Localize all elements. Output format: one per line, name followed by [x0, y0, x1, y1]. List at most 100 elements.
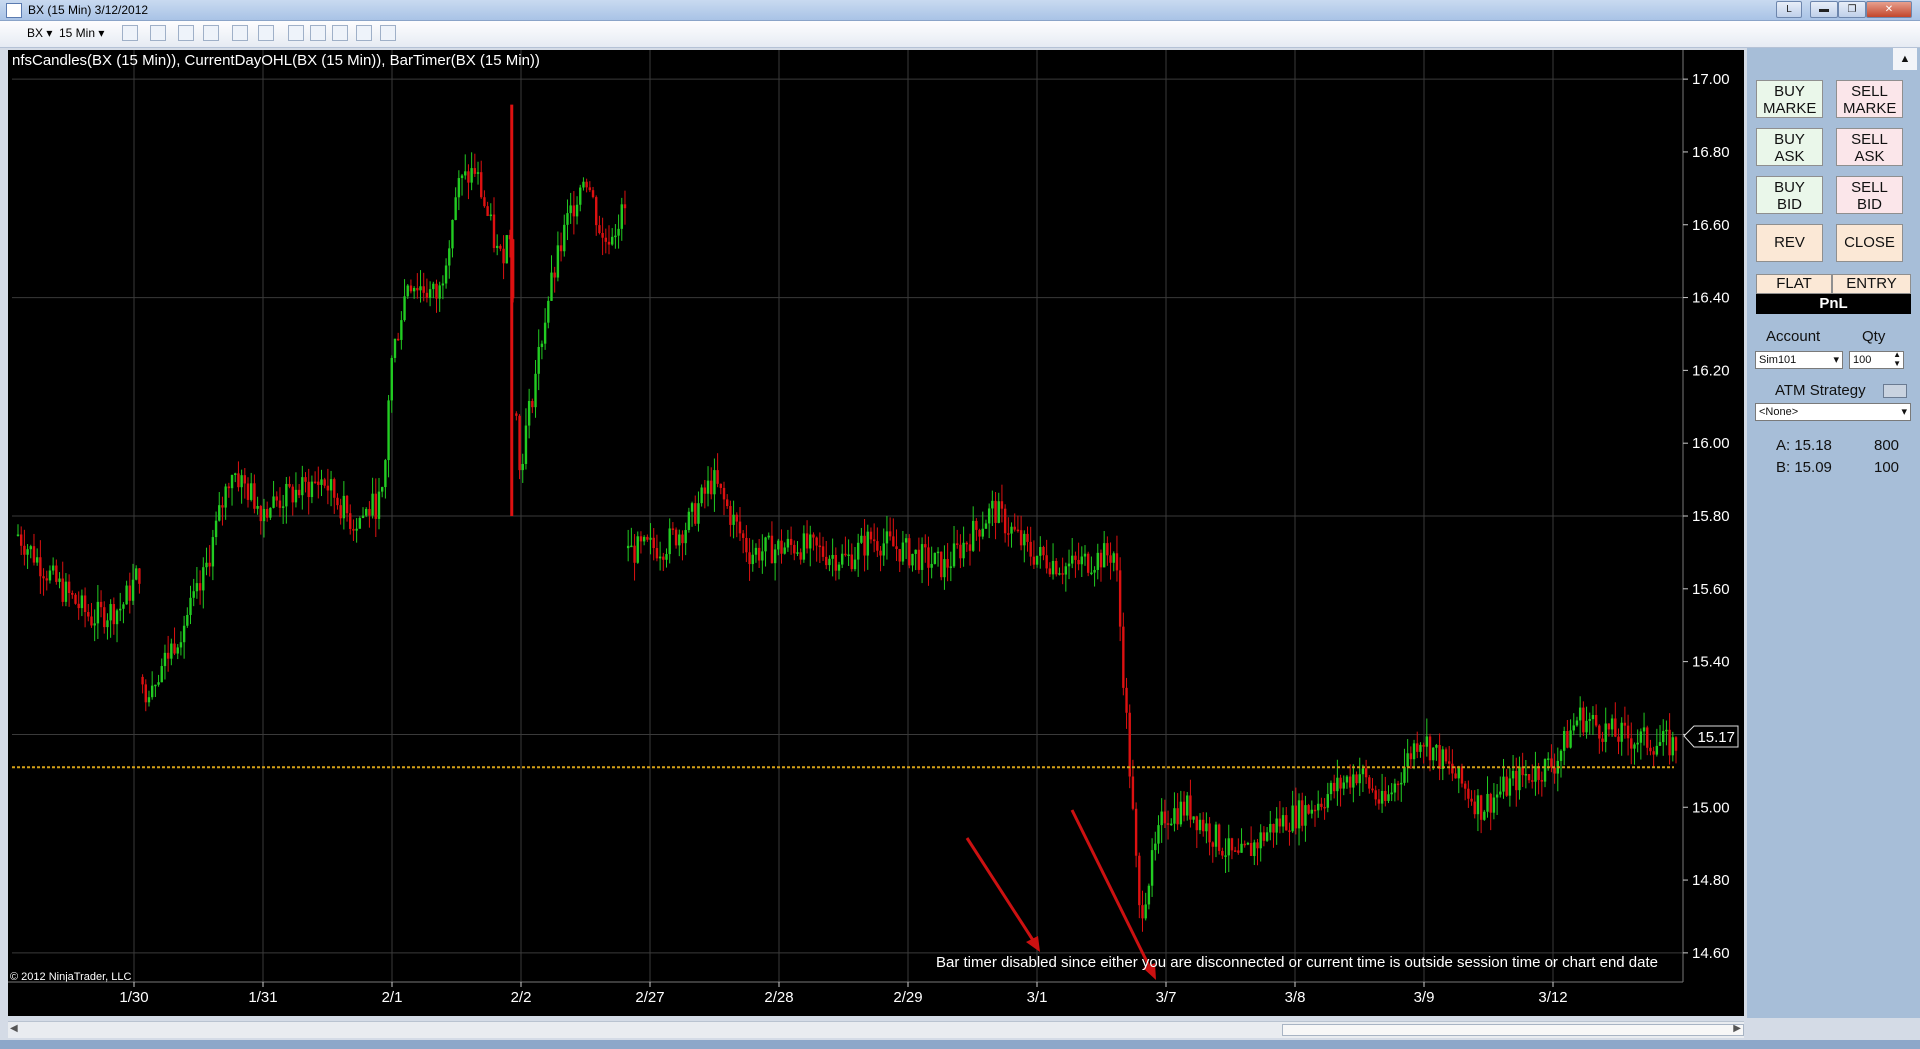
buy-bid-button[interactable]: BUY BID	[1756, 176, 1823, 214]
candle-body	[1090, 572, 1093, 575]
candle-body	[1051, 560, 1055, 575]
candle-body	[157, 682, 160, 685]
candle-body	[1630, 738, 1633, 749]
reverse-button[interactable]: REV	[1756, 224, 1823, 262]
sell-ask-button[interactable]: SELL ASK	[1836, 128, 1903, 166]
candle-body	[1122, 626, 1125, 688]
candle-body	[1400, 782, 1403, 785]
candle-body	[927, 547, 930, 568]
candle-body	[297, 489, 301, 496]
scroll-right-icon[interactable]: ▶	[1733, 1023, 1741, 1034]
chart-trader-icon[interactable]	[380, 25, 396, 41]
candle-body	[90, 616, 93, 626]
candle-body	[1358, 774, 1361, 784]
pencil-icon[interactable]	[150, 25, 166, 41]
atm-strategy-select[interactable]: <None> ▾	[1755, 403, 1911, 421]
candle-body	[1591, 715, 1595, 720]
bid-size: 100	[1874, 459, 1900, 476]
strategies-icon[interactable]	[310, 25, 326, 41]
sell-market-button[interactable]: SELL MARKE	[1836, 80, 1903, 118]
candle-body	[1598, 725, 1601, 739]
candle-body	[419, 286, 422, 291]
candle-body	[384, 460, 387, 488]
candle-body	[1230, 838, 1234, 851]
account-label: Account	[1766, 328, 1821, 345]
candle-body	[620, 204, 623, 229]
draw-tool-icon[interactable]	[178, 25, 194, 41]
x-tick-label: 3/9	[1414, 989, 1435, 1006]
candle-body	[1492, 797, 1496, 813]
candle-body	[1198, 819, 1202, 831]
candle-body	[214, 520, 218, 538]
candle-body	[630, 545, 633, 548]
candle-body	[448, 248, 451, 266]
zoom-icon[interactable]	[258, 25, 274, 41]
spinner-icon[interactable]: ▲ ▼	[1893, 350, 1901, 368]
l-button[interactable]: L	[1776, 1, 1802, 18]
candle-body	[1406, 753, 1409, 767]
candle-body	[483, 197, 486, 207]
chevron-down-icon: ▾	[46, 26, 53, 40]
restore-icon[interactable]: ❐	[1838, 1, 1866, 18]
atm-settings-icon[interactable]	[1883, 384, 1907, 398]
collapse-up-icon[interactable]: ▲	[1893, 48, 1917, 70]
candle-body	[1639, 731, 1643, 743]
candle-body	[547, 300, 550, 323]
remove-draw-icon[interactable]	[203, 25, 219, 41]
candle-body	[170, 643, 173, 659]
candle-body	[975, 520, 978, 530]
snapshot-icon[interactable]	[356, 25, 372, 41]
candle-body	[1371, 788, 1374, 791]
indicators-icon[interactable]	[288, 25, 304, 41]
candle-body	[119, 608, 122, 611]
candle-body	[684, 530, 687, 544]
instrument-selector[interactable]: BX ▾	[27, 25, 52, 42]
chart-style-icon[interactable]	[122, 25, 138, 41]
candle-body	[208, 562, 211, 567]
close-icon[interactable]: ✕	[1866, 1, 1912, 18]
candle-body	[1642, 727, 1646, 732]
properties-icon[interactable]	[332, 25, 348, 41]
crosshair-icon[interactable]	[232, 25, 248, 41]
candle-body	[48, 570, 52, 581]
scrollbar-thumb[interactable]	[1282, 1024, 1744, 1036]
candle-body	[1144, 904, 1147, 919]
candle-body	[163, 652, 167, 667]
candle-body	[1320, 803, 1323, 807]
y-tick-label: 15.60	[1692, 581, 1730, 598]
candle-body	[1262, 832, 1266, 841]
buy-ask-button[interactable]: BUY ASK	[1756, 128, 1823, 166]
horizontal-scrollbar[interactable]: ◀ ▶	[8, 1021, 1744, 1038]
price-chart[interactable]: nfsCandles(BX (15 Min)), CurrentDayOHL(B…	[8, 50, 1744, 1016]
candle-body	[371, 493, 374, 516]
qty-value: 100	[1853, 354, 1872, 366]
candle-body	[521, 463, 524, 471]
candle-body	[770, 535, 774, 564]
candle-body	[221, 505, 224, 508]
candle-body	[42, 576, 45, 579]
candle-body	[467, 171, 470, 183]
candle-body	[1662, 731, 1665, 743]
candle-body	[1489, 793, 1492, 813]
candle-body	[831, 555, 834, 559]
candle-body	[1233, 850, 1237, 852]
candle-body	[1652, 751, 1655, 755]
close-position-button[interactable]: CLOSE	[1836, 224, 1903, 262]
candle-body	[981, 528, 984, 537]
y-tick-label: 16.00	[1692, 435, 1730, 452]
candle-body	[997, 501, 1000, 523]
account-select[interactable]: Sim101 ▾	[1755, 351, 1843, 369]
candle-body	[1253, 842, 1256, 856]
candle-body	[269, 507, 272, 518]
instrument-label: BX	[27, 26, 44, 40]
minimize-icon[interactable]: ▬	[1810, 1, 1838, 18]
candle-body	[866, 531, 869, 556]
candle-body	[1435, 744, 1438, 748]
buy-market-button[interactable]: BUY MARKE	[1756, 80, 1823, 118]
x-tick-label: 2/28	[764, 989, 793, 1006]
candle-body	[432, 283, 435, 290]
scroll-left-icon[interactable]: ◀	[10, 1023, 18, 1034]
sell-bid-button[interactable]: SELL BID	[1836, 176, 1903, 214]
interval-selector[interactable]: 15 Min ▾	[59, 25, 104, 42]
qty-field[interactable]: 100 ▲ ▼	[1849, 350, 1904, 369]
